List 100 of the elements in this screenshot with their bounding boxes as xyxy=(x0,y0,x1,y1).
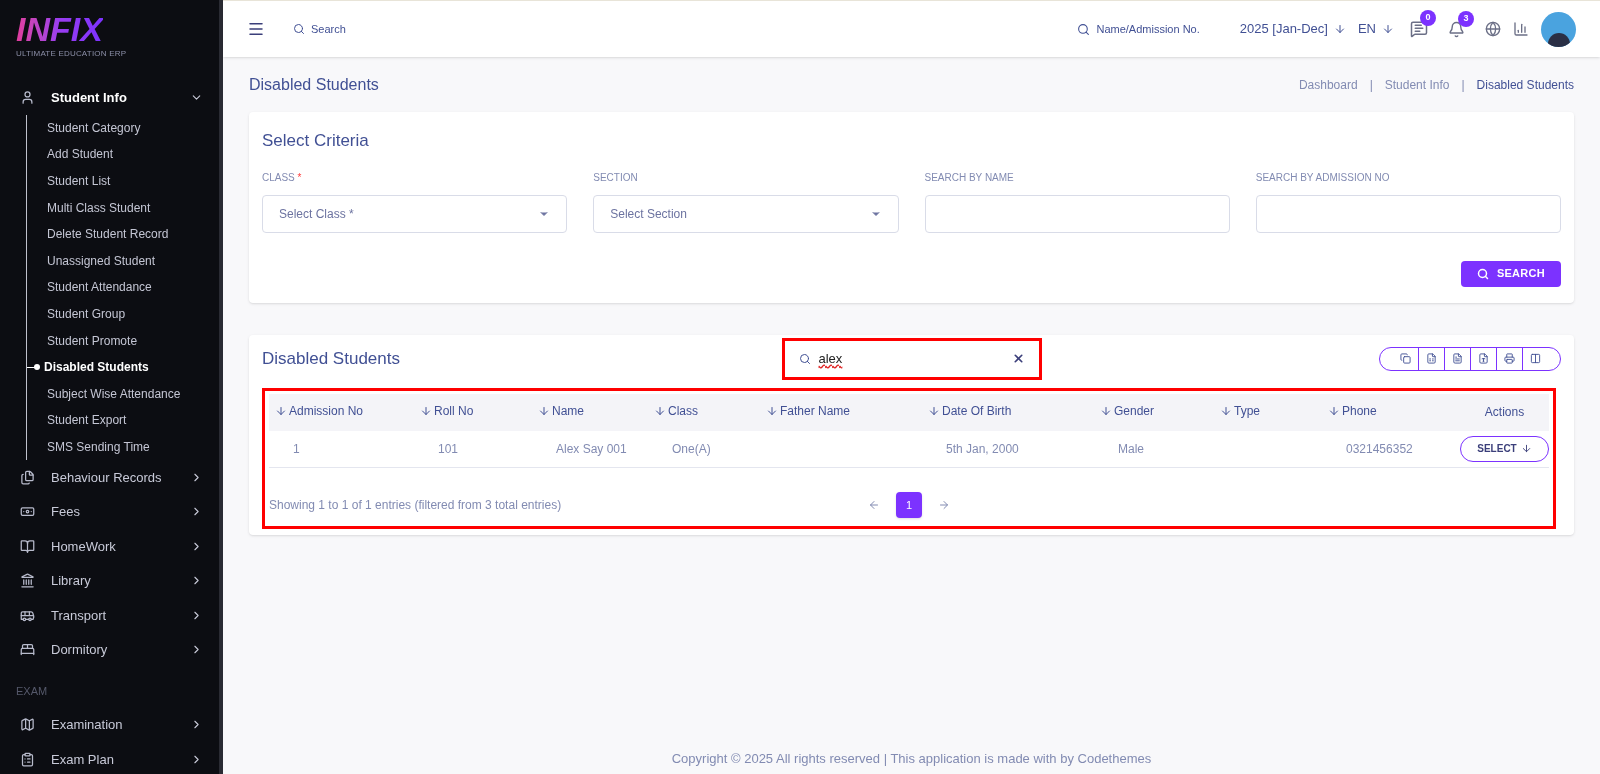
sidebar-item[interactable]: HomeWork xyxy=(12,529,203,564)
message-icon[interactable] xyxy=(1410,20,1428,38)
sidebar-subitem[interactable]: Student List xyxy=(47,172,111,190)
select-field[interactable]: Select Section xyxy=(593,194,899,233)
sidebar-subitem[interactable]: Student Attendance xyxy=(47,278,152,297)
document-icon xyxy=(1452,353,1463,364)
search-icon xyxy=(1476,267,1489,280)
notification-count-badge: 3 xyxy=(1458,10,1474,27)
table-cell: Male xyxy=(1118,441,1144,456)
bed-icon xyxy=(20,642,35,658)
table-cell: One(A) xyxy=(672,441,711,456)
sort-arrow-icon xyxy=(654,405,666,417)
table-cell: 1 xyxy=(293,441,300,456)
sidebar-subitem[interactable]: Unassigned Student xyxy=(47,251,156,270)
chart-icon[interactable] xyxy=(1513,21,1529,37)
column-header[interactable]: Admission No xyxy=(269,402,364,420)
search-icon xyxy=(293,23,305,35)
page-title: Disabled Students xyxy=(249,74,379,95)
table-cell: 101 xyxy=(438,441,459,456)
sidebar-item[interactable]: Library xyxy=(12,563,203,599)
field-label: SECTION xyxy=(593,170,639,185)
map-icon xyxy=(20,717,35,733)
search-icon xyxy=(1077,22,1091,36)
sidebar-item[interactable]: Fees xyxy=(12,494,203,530)
field-label: SEARCH BY ADMISSION NO xyxy=(1255,170,1391,185)
pdf-icon xyxy=(1478,353,1489,364)
arrow-down-icon xyxy=(1520,443,1532,455)
sidebar-subitem[interactable]: Delete Student Record xyxy=(47,225,169,244)
sort-arrow-icon xyxy=(538,405,550,417)
input-field[interactable] xyxy=(1255,194,1561,233)
sidebar-subitem[interactable]: Student Category xyxy=(47,118,141,137)
sidebar-item[interactable]: Behaviour Records xyxy=(12,460,203,495)
sidebar-subitem[interactable]: Multi Class Student xyxy=(47,198,151,217)
avatar[interactable] xyxy=(1541,11,1576,47)
sort-arrow-icon xyxy=(766,405,778,417)
sidebar-subitem[interactable]: Subject Wise Attendance xyxy=(47,384,181,403)
column-header[interactable]: Phone xyxy=(1322,402,1377,420)
column-header[interactable]: Type xyxy=(1214,402,1260,420)
search-icon xyxy=(798,352,811,365)
table-cell: 5th Jan, 2000 xyxy=(946,441,1019,456)
arrow-down-icon xyxy=(1333,23,1346,35)
sidebar-item[interactable]: Exam Plan xyxy=(12,742,203,774)
table-cell: Alex Say 001 xyxy=(556,441,627,456)
message-count-badge: 0 xyxy=(1420,10,1436,26)
building-icon xyxy=(20,573,35,589)
bell-icon[interactable] xyxy=(1448,20,1465,38)
files-icon xyxy=(20,469,35,485)
clipboard-icon xyxy=(20,751,35,767)
breadcrumb-separator: | xyxy=(1369,76,1373,94)
sidebar-subitem[interactable]: Add Student xyxy=(47,145,114,164)
sidebar-subitem[interactable]: SMS Sending Time xyxy=(47,437,150,456)
sidebar-subitem[interactable]: Student Export xyxy=(47,411,127,430)
search-button[interactable]: SEARCH xyxy=(1460,260,1561,287)
sidebar-subitem[interactable]: Disabled Students xyxy=(44,358,149,377)
column-header[interactable]: Actions xyxy=(1460,403,1549,421)
column-header[interactable]: Class xyxy=(648,402,698,420)
field-label: SEARCH BY NAME xyxy=(924,170,1015,185)
sidebar-item[interactable]: Examination xyxy=(12,707,203,743)
book-icon xyxy=(20,538,35,554)
sort-arrow-icon xyxy=(275,405,287,417)
arrow-down-icon xyxy=(1382,23,1394,35)
sidebar-item[interactable]: Dormitory xyxy=(12,632,203,668)
column-header[interactable]: Father Name xyxy=(760,402,851,420)
column-header[interactable]: Name xyxy=(532,402,584,420)
sort-arrow-icon xyxy=(1220,405,1232,417)
search-field[interactable]: Search xyxy=(311,20,511,38)
select-field[interactable]: Select Class * xyxy=(262,194,568,233)
sort-arrow-icon xyxy=(1100,405,1112,417)
card-title: Disabled Students xyxy=(262,347,401,370)
breadcrumb-link[interactable]: Disabled Students xyxy=(1476,75,1574,94)
input-field[interactable] xyxy=(924,194,1230,233)
copy-icon xyxy=(1399,353,1411,364)
sidebar-subitem[interactable]: Student Group xyxy=(47,304,126,323)
sort-arrow-icon xyxy=(928,405,940,417)
sidebar-subitem[interactable]: Student Promote xyxy=(47,331,138,350)
page-button[interactable]: 1 xyxy=(896,492,922,518)
spreadsheet-icon xyxy=(1426,353,1437,364)
card-title: Select Criteria xyxy=(262,130,370,152)
sort-arrow-icon xyxy=(420,405,432,417)
sort-arrow-icon xyxy=(1328,405,1340,417)
sidebar-item[interactable]: Student Info xyxy=(12,80,203,115)
copyright-text: Copyright © 2025 All rights reserved | This application is made with by Codethemes xyxy=(670,749,1153,768)
entries-info: Showing 1 to 1 of 1 entries (filtered from 3 total entries) xyxy=(269,497,563,514)
sidebar-item[interactable]: Transport xyxy=(12,598,203,633)
user-icon xyxy=(20,89,35,105)
column-header[interactable]: Roll No xyxy=(414,402,474,420)
menu-icon[interactable] xyxy=(247,20,265,38)
clear-icon[interactable] xyxy=(1011,352,1025,365)
session-dropdown[interactable]: 2025 [Jan-Dec] xyxy=(1239,19,1346,39)
breadcrumb-separator: | xyxy=(1461,76,1465,94)
student-search-field[interactable]: Name/Admission No. xyxy=(1096,20,1200,38)
table-cell: 0321456352 xyxy=(1346,441,1413,456)
column-header[interactable]: Date Of Birth xyxy=(922,402,1012,420)
logo-tagline: ULTIMATE EDUCATION ERP xyxy=(16,48,128,60)
print-icon xyxy=(1504,353,1515,364)
language-dropdown[interactable]: EN xyxy=(1357,19,1394,39)
columns-icon xyxy=(1530,353,1541,364)
globe-icon[interactable] xyxy=(1485,21,1501,37)
column-header[interactable]: Gender xyxy=(1094,402,1155,420)
field-label: CLASS * xyxy=(262,170,303,185)
